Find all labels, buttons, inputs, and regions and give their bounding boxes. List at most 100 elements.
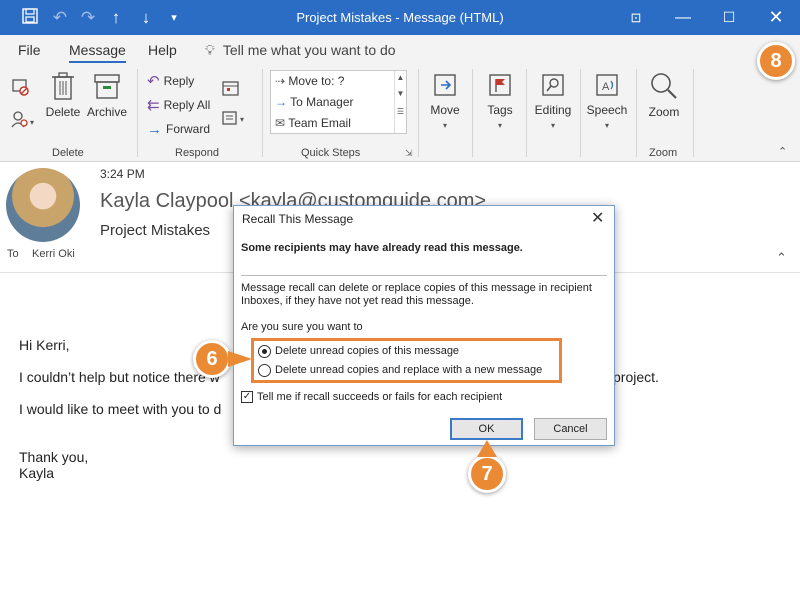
forward-button[interactable]: → Forward <box>147 119 210 139</box>
lightbulb-icon: 💡︎ <box>205 42 215 58</box>
recall-notify-checkbox[interactable]: ✓ <box>241 391 253 403</box>
body-line-1-end: project. <box>613 369 659 385</box>
editing-button[interactable]: Editing ▾ <box>531 71 575 131</box>
collapse-header-icon[interactable]: ⌃ <box>776 250 787 266</box>
dialog-warning: Some recipients may have already read th… <box>241 242 523 254</box>
cancel-button[interactable]: Cancel <box>534 418 607 440</box>
body-signature: Kayla <box>19 465 55 481</box>
radio-delete-replace[interactable] <box>258 364 271 377</box>
quick-steps-gallery: ⇢ Move to: ? → To Manager ✉ Team Email ▲… <box>270 70 407 134</box>
zoom-group-label: Zoom <box>649 147 678 159</box>
collapse-ribbon-icon[interactable]: ⌃ <box>778 145 787 158</box>
recall-dialog: Recall This Message ✕ Some recipients ma… <box>233 205 615 446</box>
group-divider <box>418 69 419 157</box>
group-divider <box>580 69 581 157</box>
body-closing: Thank you, <box>19 449 89 465</box>
group-divider <box>636 69 637 157</box>
quick-steps-group-label: Quick Steps <box>301 147 361 159</box>
quick-step-label: Move to: ? <box>288 74 345 88</box>
ignore-icon[interactable] <box>10 77 30 100</box>
flag-icon <box>489 74 511 96</box>
quick-step-to-manager[interactable]: → To Manager <box>275 92 354 112</box>
arrow-right-icon: → <box>275 95 287 109</box>
dialog-question: Are you sure you want to <box>241 321 363 333</box>
archive-icon <box>94 74 120 99</box>
scroll-up-icon[interactable]: ▲ <box>395 71 406 85</box>
maximize-icon[interactable]: ☐ <box>706 0 752 35</box>
move-button[interactable]: Move ▾ <box>425 71 465 131</box>
dialog-launcher-icon[interactable]: ⇲ <box>405 148 413 159</box>
delete-button[interactable]: Delete <box>44 71 82 119</box>
meeting-icon[interactable] <box>222 79 240 100</box>
minimize-icon[interactable]: — <box>660 0 706 35</box>
to-label: To <box>7 248 19 260</box>
zoom-button[interactable]: Zoom <box>642 71 686 119</box>
forward-label: Forward <box>166 122 211 136</box>
recipient-name[interactable]: Kerri Oki <box>32 248 75 260</box>
reply-icon: ↶ <box>147 72 160 90</box>
delete-group-label: Delete <box>52 147 84 159</box>
option-replace-label[interactable]: Delete unread copies and replace with a … <box>275 364 542 376</box>
svg-text:▾: ▾ <box>240 115 244 124</box>
group-divider <box>693 69 694 157</box>
message-subject: Project Mistakes <box>100 222 211 239</box>
reply-all-icon: ⇇ <box>147 96 160 114</box>
ribbon: ▾ Delete Archive Delete ↶ Reply ⇇ Reply Al… <box>0 65 800 162</box>
step-callout-8: 8 <box>757 42 795 80</box>
group-divider <box>472 69 473 157</box>
reply-all-button[interactable]: ⇇ Reply All <box>147 95 210 115</box>
delete-label: Delete <box>45 105 81 119</box>
body-line-1: I couldn’t help but notice there w <box>19 369 220 385</box>
tab-file[interactable]: File <box>18 42 41 58</box>
step-callout-7: 7 <box>468 455 506 493</box>
ok-button[interactable]: OK <box>450 418 523 440</box>
group-divider <box>526 69 527 157</box>
tab-message[interactable]: Message <box>69 42 126 63</box>
reply-button[interactable]: ↶ Reply <box>147 71 194 91</box>
tags-button[interactable]: Tags ▾ <box>480 71 520 131</box>
radio-delete-unread[interactable] <box>258 345 271 358</box>
expand-gallery-icon[interactable]: ☰ <box>395 103 406 121</box>
avatar <box>6 168 80 242</box>
group-divider <box>262 69 263 157</box>
speech-button[interactable]: A Speech ▾ <box>585 71 629 131</box>
quick-step-team-email[interactable]: ✉ Team Email <box>275 113 351 133</box>
reply-all-label: Reply All <box>163 98 211 112</box>
dialog-description-line1: Message recall can delete or replace cop… <box>241 282 592 294</box>
scroll-down-icon[interactable]: ▼ <box>395 85 406 103</box>
read-aloud-icon: A <box>596 74 618 96</box>
mail-icon: ✉ <box>275 116 286 130</box>
archive-button[interactable]: Archive <box>85 71 129 119</box>
menu-tabs: File Message Help 💡︎ Tell me what you wan… <box>0 35 800 65</box>
svg-text:▾: ▾ <box>30 118 34 127</box>
dialog-description-line2: Inboxes, if they have not yet read this … <box>241 295 474 307</box>
option-delete-label[interactable]: Delete unread copies of this message <box>275 345 459 357</box>
cleanup-icon[interactable]: ▾ <box>10 109 36 132</box>
respond-group-label: Respond <box>175 147 220 159</box>
tab-help[interactable]: Help <box>148 42 177 58</box>
dialog-title: Recall This Message <box>242 212 354 226</box>
speech-label: Speech <box>586 103 628 117</box>
tags-label: Tags <box>487 103 513 117</box>
dialog-close-icon[interactable]: ✕ <box>591 208 604 228</box>
forward-icon: → <box>147 120 162 138</box>
title-bar: ↶ ↷ ↑ ↓ ▾ Project Mistakes - Message (HT… <box>0 0 800 35</box>
checkbox-label[interactable]: Tell me if recall succeeds or fails for … <box>257 391 502 403</box>
trash-icon <box>52 72 74 100</box>
svg-text:A: A <box>602 81 610 93</box>
more-respond-icon[interactable]: ▾ <box>222 109 250 130</box>
message-time: 3:24 PM <box>100 167 145 181</box>
quick-step-move-to[interactable]: ⇢ Move to: ? <box>275 71 344 91</box>
reply-label: Reply <box>163 74 195 88</box>
body-line-2: I would like to meet with you to d <box>19 401 222 417</box>
move-label: Move <box>430 103 460 117</box>
quick-steps-scrollbar[interactable]: ▲ ▼ ☰ <box>394 71 406 133</box>
close-icon[interactable]: ✕ <box>753 0 799 35</box>
dialog-divider <box>241 275 607 276</box>
archive-label: Archive <box>86 105 127 119</box>
quick-step-label: To Manager <box>290 95 354 109</box>
zoom-label: Zoom <box>648 105 680 119</box>
tell-me-search[interactable]: 💡︎ Tell me what you want to do <box>205 42 396 59</box>
body-greeting: Hi Kerri, <box>19 337 70 353</box>
ribbon-display-icon[interactable]: ⊡ <box>613 0 659 35</box>
